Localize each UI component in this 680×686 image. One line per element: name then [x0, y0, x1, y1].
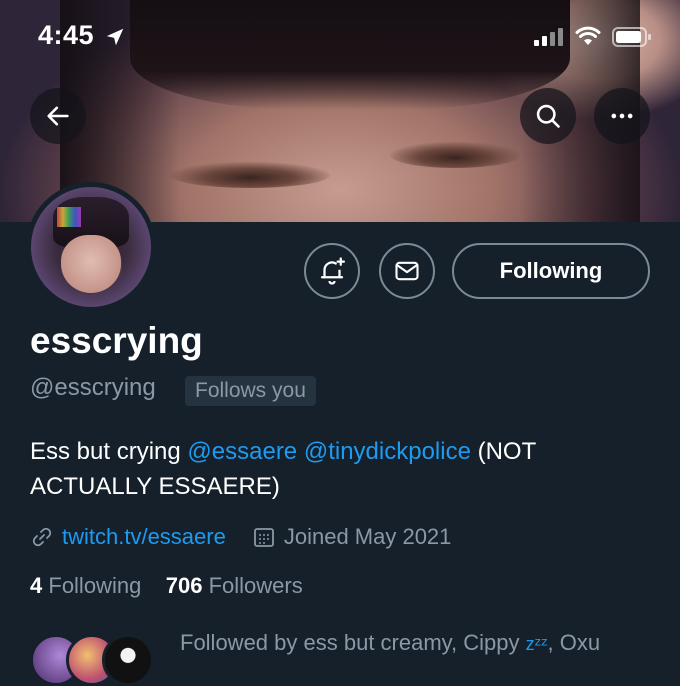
- location-arrow-icon: [106, 28, 124, 46]
- status-bar: 4:45: [0, 0, 680, 70]
- followed-by-text[interactable]: Followed by ess but creamy, Cippy zᶻᶻ, O…: [180, 630, 600, 656]
- profile-avatar[interactable]: [26, 182, 156, 312]
- bell-plus-icon: [320, 257, 345, 285]
- bio-text-prefix: Ess but crying: [30, 438, 188, 465]
- notifications-button[interactable]: [304, 243, 360, 299]
- followed-by-avatars[interactable]: [30, 634, 170, 686]
- following-count: 4: [30, 573, 43, 598]
- follower-avatar: [102, 634, 154, 686]
- display-name: esscrying: [30, 320, 203, 361]
- bio-text-space: [297, 438, 304, 465]
- battery-icon: [612, 27, 651, 47]
- zzz-emoji: zᶻᶻ: [525, 634, 548, 654]
- more-button[interactable]: [594, 88, 650, 144]
- profile-link[interactable]: twitch.tv/essaere: [62, 524, 226, 550]
- wifi-icon: [575, 26, 601, 45]
- following-count-link[interactable]: 4 Following: [30, 573, 141, 598]
- more-horizontal-icon: [611, 113, 633, 119]
- back-button[interactable]: [30, 88, 86, 144]
- user-handle: @esscrying: [30, 374, 156, 401]
- calendar-icon: [253, 528, 274, 547]
- avatar-pixel-overlay: [57, 207, 81, 227]
- arrow-left-icon: [47, 106, 69, 126]
- bio-mention-tinydickpolice[interactable]: @tinydickpolice: [304, 438, 471, 465]
- search-icon: [536, 104, 560, 128]
- envelope-icon: [395, 261, 419, 281]
- banner-eye-right: [390, 142, 520, 168]
- follow-counts: 4 Following 706 Followers: [30, 573, 303, 599]
- following-button[interactable]: Following: [452, 243, 650, 299]
- followed-by-suffix: , Oxu: [547, 630, 601, 655]
- followed-by-prefix: Followed by ess but creamy, Cippy: [180, 630, 526, 655]
- avatar-face: [61, 235, 121, 293]
- cellular-signal-icon: [534, 28, 563, 46]
- profile-bio: Ess but crying @essaere @tinydickpolice …: [30, 434, 650, 504]
- bio-mention-essaere[interactable]: @essaere: [187, 438, 297, 465]
- status-time: 4:45: [38, 20, 95, 50]
- link-icon: [32, 527, 52, 547]
- followers-label: Followers: [208, 573, 303, 598]
- follows-you-badge: Follows you: [185, 376, 316, 406]
- joined-date: Joined May 2021: [283, 524, 452, 549]
- profile-meta: twitch.tv/essaere Joined May 2021: [30, 522, 451, 552]
- following-label: Following: [48, 573, 142, 598]
- message-button[interactable]: [379, 243, 435, 299]
- search-button[interactable]: [520, 88, 576, 144]
- banner-eye-left: [170, 162, 330, 188]
- followers-count: 706: [165, 573, 203, 598]
- followers-count-link[interactable]: 706 Followers: [166, 573, 303, 598]
